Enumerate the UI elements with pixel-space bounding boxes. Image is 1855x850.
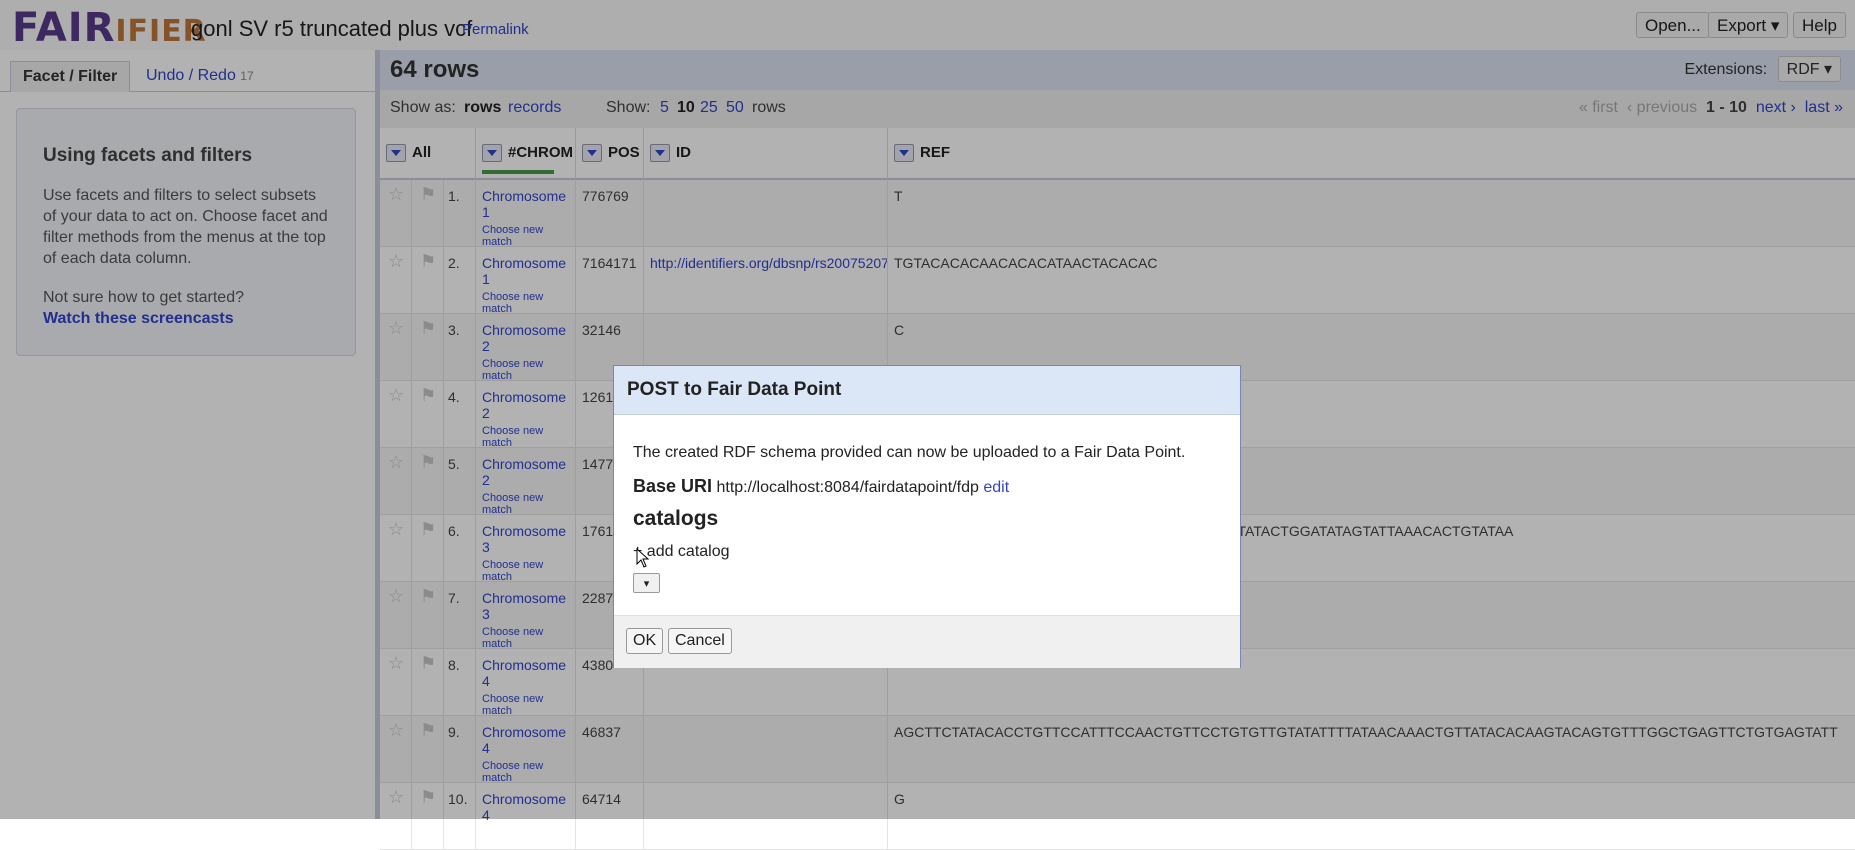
mouse-cursor-icon [636,548,650,568]
dialog-title: POST to Fair Data Point [627,379,842,400]
dialog-description: The created RDF schema provided can now … [633,444,1186,461]
catalog-select[interactable]: ▾ [633,573,660,593]
ok-button[interactable]: OK [626,628,664,654]
edit-base-uri-link[interactable]: edit [983,479,1009,496]
post-fdp-dialog: POST to Fair Data Point The created RDF … [613,365,1241,668]
cancel-button[interactable]: Cancel [668,628,732,654]
base-uri-label: Base URI [633,476,713,496]
catalogs-heading: catalogs [633,507,719,530]
base-uri-value: http://localhost:8084/fairdatapoint/fdp [716,479,979,496]
dialog-header: POST to Fair Data Point [614,366,1240,415]
base-uri-row: Base URI http://localhost:8084/fairdatap… [633,476,1009,497]
dialog-footer: OK Cancel [614,615,1240,668]
dialog-body: The created RDF schema provided can now … [614,414,1240,593]
